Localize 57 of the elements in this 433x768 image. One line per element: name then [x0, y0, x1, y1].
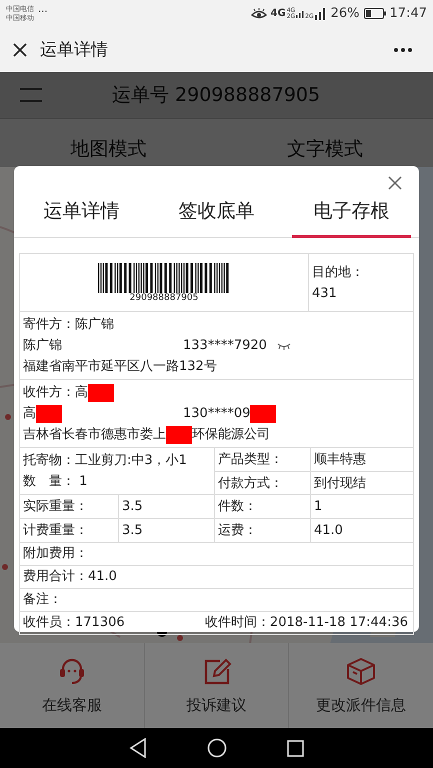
contact-name: 陈广锦	[23, 337, 62, 355]
party-title: 收件方：高	[23, 384, 88, 402]
field-value: 3.5	[118, 495, 214, 518]
eyelash-icon[interactable]	[276, 342, 291, 350]
signal-icon	[314, 8, 327, 20]
clock: 17:47	[390, 6, 427, 21]
signal-icon	[296, 10, 304, 18]
tab[interactable]: 电子存根	[292, 166, 411, 238]
field-label: 付款方式：	[214, 471, 310, 494]
field-value: 到付现结	[310, 471, 413, 494]
phone-number: 133****7920	[183, 337, 267, 355]
field-label: 件数：	[214, 495, 310, 518]
tab[interactable]: 运单详情	[22, 166, 141, 238]
goods-info: 托寄物：工业剪刀:中3，小1	[23, 452, 188, 470]
party-title: 寄件方：陈广锦	[23, 316, 114, 334]
redaction-mark	[88, 384, 114, 402]
back-icon[interactable]	[129, 738, 147, 758]
waybill-title: 运单号 290988887905	[112, 83, 320, 108]
more-icon[interactable]	[393, 46, 413, 52]
field-label: 产品类型：	[214, 448, 310, 471]
box-icon	[346, 656, 376, 686]
goods-info: 数 量： 1	[23, 473, 88, 491]
barcode-number: 290988887905	[130, 292, 198, 302]
redaction-mark	[166, 426, 192, 444]
home-icon[interactable]	[207, 738, 227, 758]
battery-percent: 26%	[330, 6, 360, 21]
field-text: 附加费用：	[23, 546, 88, 561]
field-value: 41.0	[310, 519, 413, 542]
close-icon[interactable]	[12, 42, 28, 58]
address: 环保能源公司	[192, 426, 270, 444]
battery-icon	[364, 8, 386, 19]
eye-icon	[250, 8, 267, 20]
field-label: 计费重量：	[22, 522, 89, 540]
field-text: 收件员：171306	[23, 614, 125, 632]
field-value: 顺丰特惠	[310, 448, 413, 471]
notification-more: ...	[38, 4, 48, 15]
field-value: 3.5	[118, 519, 214, 542]
field-text: 备注：	[23, 592, 62, 607]
recents-icon[interactable]	[287, 740, 304, 756]
destination-code: 431	[312, 284, 338, 302]
tab[interactable]: 签收底单	[157, 166, 276, 238]
mode-tab[interactable]: 地图模式	[0, 119, 216, 167]
network-label: 4G	[270, 8, 286, 19]
field-text: 收件时间：2018-11-18 17:44:36	[204, 614, 408, 632]
destination-label: 目的地：	[312, 264, 365, 280]
field-text: 费用合计：41.0	[23, 569, 117, 584]
mode-tab[interactable]: 文字模式	[216, 119, 433, 167]
field-value: 1	[310, 495, 413, 518]
page-title: 运单详情	[40, 39, 108, 61]
redaction-mark	[250, 404, 276, 422]
contact-name: 高	[23, 405, 36, 423]
field-label: 实际重量：	[22, 498, 89, 516]
redaction-mark	[36, 404, 62, 422]
address: 福建省南平市延平区八一路132号	[23, 358, 217, 376]
phone-number: 130****09	[183, 405, 250, 423]
field-label: 运费：	[214, 519, 310, 542]
address: 吉林省长春市德惠市娄上	[23, 426, 166, 444]
